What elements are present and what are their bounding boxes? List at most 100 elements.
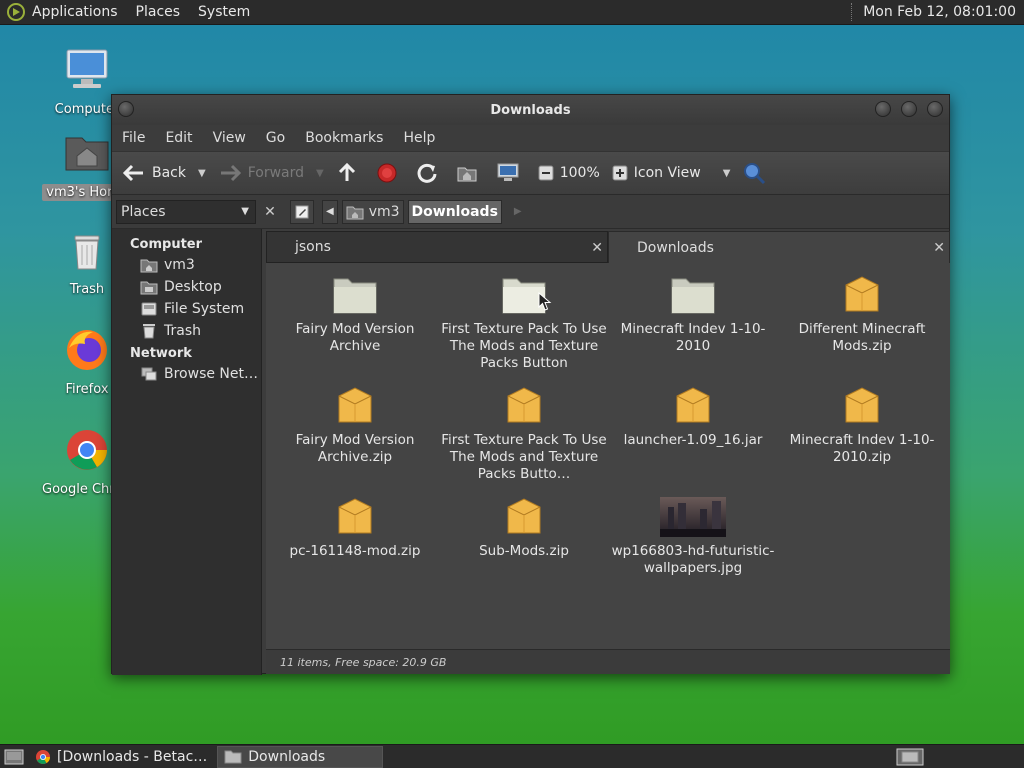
zoom-out-button[interactable]: 100% xyxy=(538,165,600,181)
chevron-right-icon[interactable]: ▶ xyxy=(514,206,522,217)
places-combo-label: Places xyxy=(121,203,166,220)
forward-history-dropdown-icon[interactable]: ▼ xyxy=(316,168,324,179)
forward-button[interactable]: Forward ▼ xyxy=(218,163,324,183)
breadcrumb-vm3[interactable]: vm3 xyxy=(341,199,404,224)
view-mode-dropdown-icon[interactable]: ▼ xyxy=(723,168,731,179)
menu-file[interactable]: File xyxy=(122,130,145,146)
archive-icon xyxy=(338,387,372,423)
zoom-out-icon xyxy=(538,165,554,181)
toggle-location-entry-button[interactable] xyxy=(290,199,314,224)
file-item[interactable]: Fairy Mod Version Archive.zip xyxy=(270,386,440,466)
sidebar-item-label: Browse Net… xyxy=(164,366,259,382)
applications-menu[interactable]: Applications xyxy=(32,4,118,20)
file-name: launcher-1.09_16.jar xyxy=(623,432,763,448)
archive-icon xyxy=(338,498,372,534)
menubar: File Edit View Go Bookmarks Help xyxy=(112,125,949,151)
file-name: wp166803-hd-futuristic-wallpapers.jpg xyxy=(611,543,775,576)
zoom-in-icon xyxy=(612,165,628,181)
maximize-button[interactable] xyxy=(901,101,917,117)
file-item[interactable]: Minecraft Indev 1-10-2010.zip xyxy=(777,386,947,466)
top-panel: Applications Places System Mon Feb 12, 0… xyxy=(0,0,1024,25)
up-arrow-icon xyxy=(338,162,355,181)
sidebar-item-file-system[interactable]: File System xyxy=(112,298,261,320)
drive-icon xyxy=(141,302,157,316)
tab-jsons[interactable]: jsons ✕ xyxy=(266,231,608,263)
stop-button[interactable] xyxy=(376,162,404,184)
back-button[interactable]: Back ▼ xyxy=(122,163,206,183)
file-item[interactable]: launcher-1.09_16.jar xyxy=(608,386,778,449)
file-name: pc-161148-mod.zip xyxy=(289,543,421,559)
file-item[interactable]: wp166803-hd-futuristic-wallpapers.jpg xyxy=(608,497,778,577)
sidebar-header-network: Network xyxy=(130,346,192,361)
breadcrumb-downloads[interactable]: Downloads xyxy=(407,199,502,224)
system-menu[interactable]: System xyxy=(198,4,250,20)
close-sidebar-icon[interactable]: ✕ xyxy=(260,204,280,220)
sidebar-item-browse-network[interactable]: Browse Net… xyxy=(112,363,261,385)
file-item[interactable]: Sub-Mods.zip xyxy=(439,497,609,560)
tab-label: jsons xyxy=(295,239,331,255)
file-name: Sub-Mods.zip xyxy=(479,543,569,559)
minimize-button[interactable] xyxy=(875,101,891,117)
sidebar-item-trash[interactable]: Trash xyxy=(112,320,261,342)
file-item[interactable]: pc-161148-mod.zip xyxy=(270,497,440,560)
panel-separator xyxy=(851,3,855,21)
workspace-switcher-icon[interactable] xyxy=(896,748,924,766)
network-icon xyxy=(141,367,157,381)
close-tab-icon[interactable]: ✕ xyxy=(591,240,603,256)
view-mode-select[interactable]: Icon View xyxy=(634,165,701,181)
home-button[interactable] xyxy=(456,162,484,184)
menu-go[interactable]: Go xyxy=(266,130,285,146)
file-name: Minecraft Indev 1-10-2010.zip xyxy=(789,432,935,465)
folder-icon xyxy=(224,750,242,763)
file-item[interactable]: First Texture Pack To Use The Mods and T… xyxy=(439,275,609,372)
archive-icon xyxy=(845,276,879,312)
back-history-dropdown-icon[interactable]: ▼ xyxy=(198,168,206,179)
close-window-button[interactable] xyxy=(927,101,943,117)
menu-bookmarks[interactable]: Bookmarks xyxy=(305,130,383,146)
zoom-in-button[interactable]: Icon View ▼ xyxy=(612,165,731,181)
menu-help[interactable]: Help xyxy=(403,130,435,146)
archive-icon xyxy=(845,387,879,423)
up-button[interactable] xyxy=(336,162,364,184)
file-item[interactable]: Minecraft Indev 1-10-2010 xyxy=(608,275,778,355)
tab-label: Downloads xyxy=(637,239,714,256)
clock[interactable]: Mon Feb 12, 08:01:00 xyxy=(863,4,1016,20)
close-tab-icon[interactable]: ✕ xyxy=(933,240,945,256)
search-button[interactable] xyxy=(742,161,772,185)
file-name: First Texture Pack To Use The Mods and T… xyxy=(441,432,607,482)
show-desktop-icon[interactable] xyxy=(3,748,25,766)
tab-downloads[interactable]: Downloads ✕ xyxy=(608,231,950,263)
archive-icon xyxy=(507,498,541,534)
sidebar-item-label: Desktop xyxy=(164,279,222,295)
sidebar-item-label: File System xyxy=(164,301,245,317)
home-folder-icon xyxy=(65,137,109,171)
breadcrumb-scroll-left[interactable]: ◀ xyxy=(322,199,338,224)
window-menu-button[interactable] xyxy=(118,101,134,117)
file-item[interactable]: Fairy Mod Version Archive xyxy=(270,275,440,355)
taskbar-item-downloads[interactable]: Downloads xyxy=(217,745,384,768)
distro-logo-icon[interactable] xyxy=(6,2,26,22)
reload-button[interactable] xyxy=(416,162,444,184)
trash-icon xyxy=(143,324,155,339)
breadcrumb-label: vm3 xyxy=(368,203,400,220)
computer-button[interactable] xyxy=(496,162,526,184)
menu-edit[interactable]: Edit xyxy=(165,130,192,146)
menu-view[interactable]: View xyxy=(213,130,246,146)
file-item[interactable]: Different Minecraft Mods.zip xyxy=(777,275,947,355)
location-bar: Places ▼ ✕ ◀ vm3 Downloads ▶ xyxy=(112,195,949,229)
places-menu[interactable]: Places xyxy=(136,4,181,20)
sidebar-item-desktop[interactable]: Desktop xyxy=(112,276,261,298)
sidebar-item-vm3[interactable]: vm3 xyxy=(112,254,261,276)
file-item[interactable]: First Texture Pack To Use The Mods and T… xyxy=(439,386,609,483)
home-icon xyxy=(457,167,477,182)
file-icon-view: Fairy Mod Version Archive First Texture … xyxy=(266,263,950,649)
file-name: First Texture Pack To Use The Mods and T… xyxy=(441,321,607,371)
breadcrumb-label: Downloads xyxy=(411,203,498,220)
archive-icon xyxy=(507,387,541,423)
taskbar-item-label: Downloads xyxy=(248,748,326,765)
window-titlebar[interactable]: Downloads xyxy=(112,95,949,125)
image-thumbnail-icon xyxy=(660,497,726,537)
taskbar-item-browser[interactable]: [Downloads - Betac… xyxy=(29,746,213,768)
file-name: Different Minecraft Mods.zip xyxy=(798,321,926,354)
sidebar-places-combo[interactable]: Places ▼ xyxy=(116,199,256,224)
